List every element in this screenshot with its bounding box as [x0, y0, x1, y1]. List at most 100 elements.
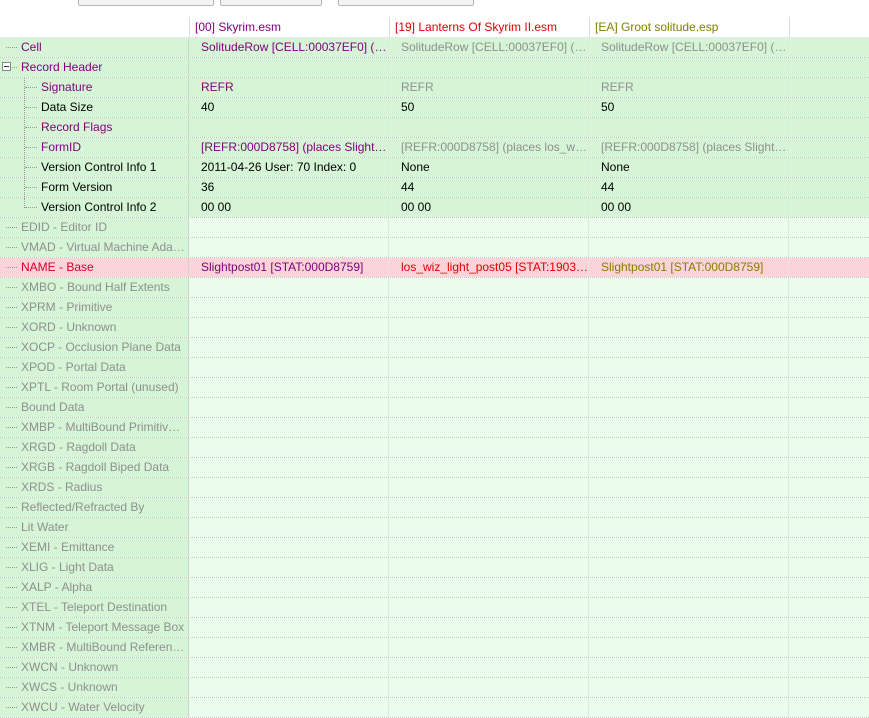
- value-cell-1[interactable]: [189, 498, 389, 517]
- value-cell-3[interactable]: REFR: [589, 78, 789, 97]
- row-name-cell[interactable]: XORD - Unknown: [0, 318, 189, 337]
- value-cell-3[interactable]: [589, 318, 789, 337]
- table-row[interactable]: Version Control Info 2 00 00 00 00 00 00: [0, 198, 869, 218]
- row-name-cell[interactable]: XOCP - Occlusion Plane Data: [0, 338, 189, 357]
- row-name-cell[interactable]: Reflected/Refracted By: [0, 498, 189, 517]
- value-cell-1[interactable]: [189, 238, 389, 257]
- row-name-cell[interactable]: Record Header: [0, 58, 189, 77]
- table-row[interactable]: Record Header: [0, 58, 869, 78]
- value-cell-1[interactable]: [189, 318, 389, 337]
- value-cell-2[interactable]: [389, 358, 589, 377]
- value-cell-3[interactable]: [589, 398, 789, 417]
- row-name-cell[interactable]: XRGD - Ragdoll Data: [0, 438, 189, 457]
- value-cell-3[interactable]: 44: [589, 178, 789, 197]
- value-cell-2[interactable]: [389, 238, 589, 257]
- table-row[interactable]: Record Flags: [0, 118, 869, 138]
- collapse-icon[interactable]: [2, 62, 11, 71]
- value-cell-1[interactable]: [189, 418, 389, 437]
- row-name-cell[interactable]: EDID - Editor ID: [0, 218, 189, 237]
- row-name-cell[interactable]: Lit Water: [0, 518, 189, 537]
- value-cell-2[interactable]: [389, 58, 589, 77]
- value-cell-1[interactable]: [189, 398, 389, 417]
- value-cell-3[interactable]: [589, 358, 789, 377]
- value-cell-1[interactable]: [189, 458, 389, 477]
- value-cell-1[interactable]: [189, 698, 389, 717]
- row-name-cell[interactable]: XLIG - Light Data: [0, 558, 189, 577]
- value-cell-1[interactable]: 00 00: [189, 198, 389, 217]
- table-row[interactable]: XALP - Alpha: [0, 578, 869, 598]
- value-cell-2[interactable]: [389, 218, 589, 237]
- table-row[interactable]: XPOD - Portal Data: [0, 358, 869, 378]
- value-cell-2[interactable]: [389, 398, 589, 417]
- value-cell-2[interactable]: REFR: [389, 78, 589, 97]
- value-cell-2[interactable]: [389, 538, 589, 557]
- table-row[interactable]: XMBP - MultiBound Primitive Marker: [0, 418, 869, 438]
- row-name-cell[interactable]: Form Version: [0, 178, 189, 197]
- value-cell-1[interactable]: [189, 538, 389, 557]
- value-cell-3[interactable]: [589, 498, 789, 517]
- value-cell-2[interactable]: [389, 658, 589, 677]
- table-row[interactable]: XLIG - Light Data: [0, 558, 869, 578]
- table-row[interactable]: NAME - Base Slightpost01 [STAT:000D8759] l…: [0, 258, 869, 278]
- value-cell-3[interactable]: [589, 338, 789, 357]
- value-cell-2[interactable]: [389, 278, 589, 297]
- value-cell-3[interactable]: [589, 638, 789, 657]
- value-cell-1[interactable]: [189, 118, 389, 137]
- row-name-cell[interactable]: XTEL - Teleport Destination: [0, 598, 189, 617]
- row-name-cell[interactable]: XPOD - Portal Data: [0, 358, 189, 377]
- value-cell-2[interactable]: 44: [389, 178, 589, 197]
- value-cell-2[interactable]: [389, 318, 589, 337]
- value-cell-1[interactable]: [189, 438, 389, 457]
- value-cell-2[interactable]: 00 00: [389, 198, 589, 217]
- value-cell-1[interactable]: [189, 358, 389, 377]
- value-cell-1[interactable]: [189, 578, 389, 597]
- table-row[interactable]: XPTL - Room Portal (unused): [0, 378, 869, 398]
- value-cell-1[interactable]: [189, 678, 389, 697]
- toolbar-button-right[interactable]: [338, 0, 474, 6]
- table-row[interactable]: XORD - Unknown: [0, 318, 869, 338]
- value-cell-2[interactable]: [389, 478, 589, 497]
- value-cell-3[interactable]: [589, 538, 789, 557]
- value-cell-3[interactable]: [589, 458, 789, 477]
- value-cell-2[interactable]: [REFR:000D8758] (places los_wiz_light_po…: [389, 138, 589, 157]
- row-name-cell[interactable]: XRDS - Radius: [0, 478, 189, 497]
- value-cell-3[interactable]: [589, 418, 789, 437]
- value-cell-3[interactable]: [589, 698, 789, 717]
- row-name-cell[interactable]: Version Control Info 1: [0, 158, 189, 177]
- value-cell-1[interactable]: [189, 278, 389, 297]
- table-row[interactable]: Data Size 40 50 50: [0, 98, 869, 118]
- value-cell-3[interactable]: [589, 278, 789, 297]
- table-row[interactable]: Lit Water: [0, 518, 869, 538]
- row-name-cell[interactable]: XRGB - Ragdoll Biped Data: [0, 458, 189, 477]
- value-cell-2[interactable]: [389, 618, 589, 637]
- value-cell-3[interactable]: 00 00: [589, 198, 789, 217]
- row-name-cell[interactable]: Record Flags: [0, 118, 189, 137]
- row-name-cell[interactable]: Data Size: [0, 98, 189, 117]
- table-row[interactable]: Form Version 36 44 44: [0, 178, 869, 198]
- value-cell-1[interactable]: [189, 638, 389, 657]
- table-row[interactable]: XOCP - Occlusion Plane Data: [0, 338, 869, 358]
- row-name-cell[interactable]: XPTL - Room Portal (unused): [0, 378, 189, 397]
- value-cell-2[interactable]: [389, 558, 589, 577]
- toolbar-button-middle[interactable]: [220, 0, 322, 6]
- table-row[interactable]: XPRM - Primitive: [0, 298, 869, 318]
- value-cell-2[interactable]: [389, 698, 589, 717]
- value-cell-1[interactable]: [189, 218, 389, 237]
- value-cell-1[interactable]: [189, 478, 389, 497]
- value-cell-2[interactable]: [389, 438, 589, 457]
- value-cell-2[interactable]: [389, 298, 589, 317]
- row-name-cell[interactable]: XMBO - Bound Half Extents: [0, 278, 189, 297]
- value-cell-2[interactable]: None: [389, 158, 589, 177]
- value-cell-1[interactable]: [REFR:000D8758] (places Slightpost01 [ST…: [189, 138, 389, 157]
- table-row[interactable]: XWCN - Unknown: [0, 658, 869, 678]
- value-cell-3[interactable]: [589, 238, 789, 257]
- table-row[interactable]: FormID [REFR:000D8758] (places Slightpost…: [0, 138, 869, 158]
- value-cell-3[interactable]: [589, 378, 789, 397]
- table-row[interactable]: VMAD - Virtual Machine Adapter: [0, 238, 869, 258]
- row-name-cell[interactable]: XPRM - Primitive: [0, 298, 189, 317]
- value-cell-3[interactable]: Slightpost01 [STAT:000D8759]: [589, 258, 789, 277]
- table-row[interactable]: Bound Data: [0, 398, 869, 418]
- value-cell-1[interactable]: REFR: [189, 78, 389, 97]
- value-cell-3[interactable]: SolitudeRow [CELL:00037EF0] (in Solitude…: [589, 38, 789, 57]
- value-cell-2[interactable]: [389, 418, 589, 437]
